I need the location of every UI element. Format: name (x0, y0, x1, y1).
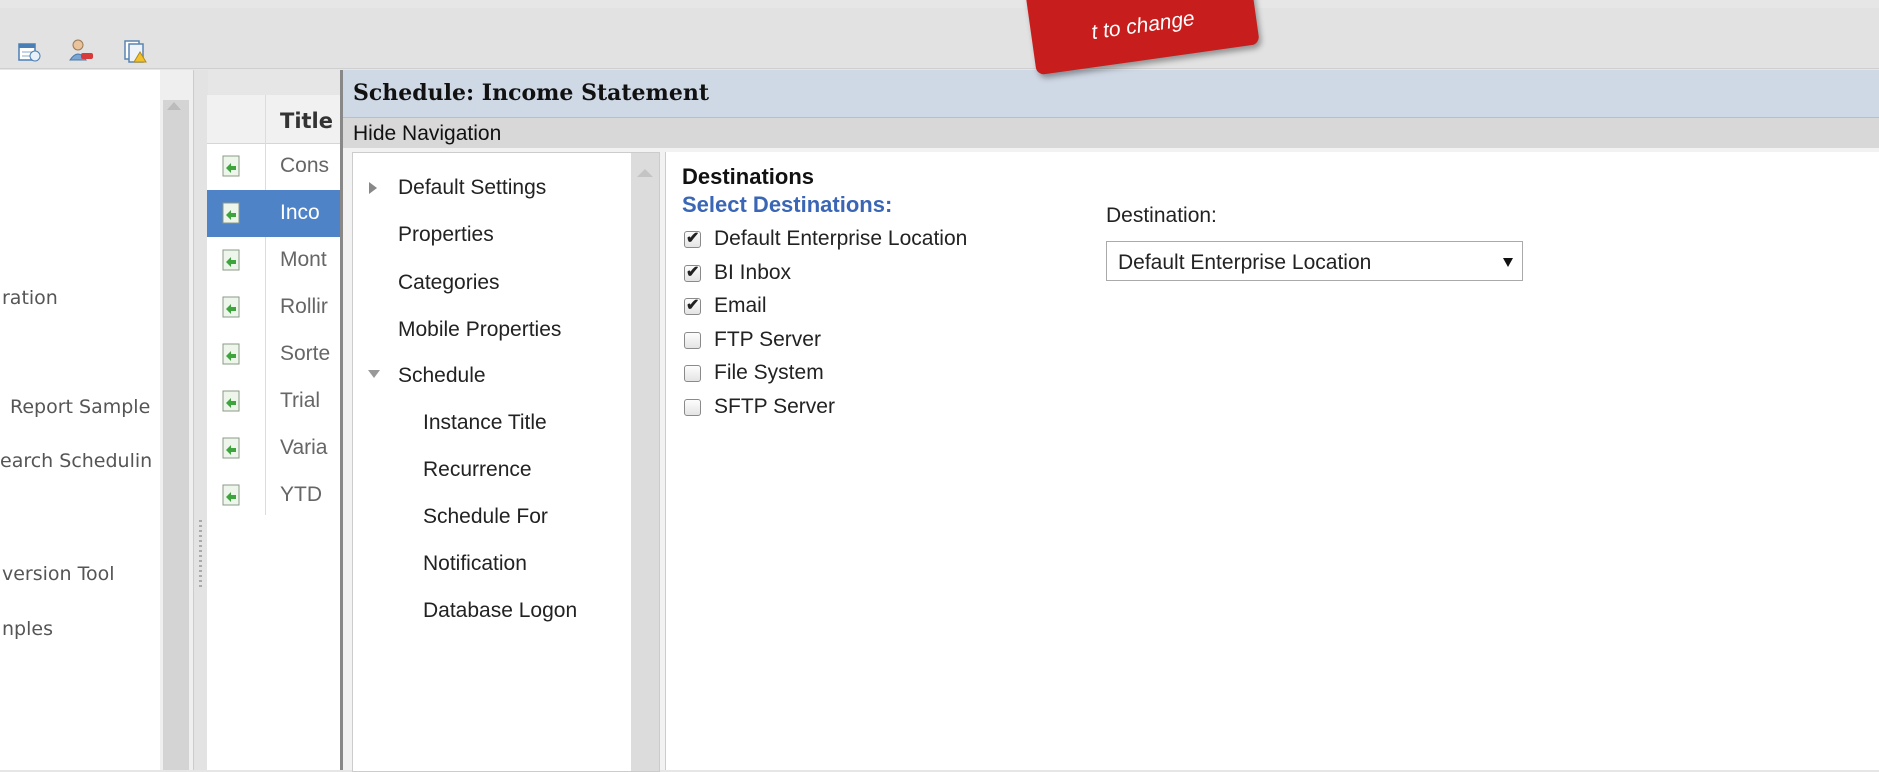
section-subheading: Select Destinations: (682, 192, 893, 217)
table-row[interactable]: Mont (207, 237, 347, 284)
check-icon: ✔ (686, 230, 700, 247)
row-title: Sorte (280, 342, 331, 365)
table-row[interactable]: Trial (207, 378, 347, 425)
nav-schedule[interactable]: Schedule (398, 364, 486, 388)
checkbox[interactable] (684, 332, 701, 349)
table-row[interactable]: Rollir (207, 284, 347, 331)
hide-navigation-bar[interactable]: Hide Navigation (343, 118, 1879, 148)
scroll-up-icon[interactable] (637, 169, 653, 177)
table-row[interactable]: YTD (207, 472, 347, 519)
checkbox-label: File System (714, 361, 824, 384)
checkbox[interactable] (684, 365, 701, 382)
checkbox-label: FTP Server (714, 328, 821, 351)
check-icon: ✔ (686, 264, 700, 281)
section-heading: Destinations (682, 164, 815, 189)
destination-select-value: Default Enterprise Location (1118, 251, 1372, 274)
user-remove-icon[interactable] (68, 38, 94, 64)
splitter-grip-icon[interactable] (199, 520, 202, 590)
checkbox[interactable]: ✔ (684, 297, 701, 315)
dropdown-arrow-icon[interactable] (1503, 258, 1513, 267)
table-row[interactable]: Cons (207, 143, 347, 190)
expand-arrow-icon[interactable] (369, 182, 377, 194)
tree-item[interactable]: Report Sample (10, 396, 150, 418)
table-row[interactable]: Inco (207, 190, 347, 237)
report-icon (222, 437, 240, 459)
collapse-arrow-icon[interactable] (368, 370, 380, 378)
report-icon (222, 484, 240, 506)
tree-scrollbar[interactable] (163, 100, 189, 770)
dialog-title: Schedule: Income Statement (353, 80, 709, 106)
table-header: Title (207, 95, 347, 144)
nav-mobile-properties[interactable]: Mobile Properties (398, 318, 561, 342)
checkbox[interactable]: ✔ (684, 230, 701, 248)
destination-select[interactable]: Default Enterprise Location (1106, 241, 1523, 281)
row-title: Inco (280, 201, 320, 224)
report-icon (222, 202, 240, 224)
row-title: Cons (280, 154, 330, 177)
checkbox[interactable] (684, 399, 701, 416)
report-icon (222, 343, 240, 365)
schedule-icon[interactable] (16, 38, 42, 64)
nav-database-logon[interactable]: Database Logon (423, 599, 577, 623)
report-icon (222, 390, 240, 412)
document-warning-icon[interactable] (122, 38, 148, 64)
tree-item[interactable]: ration (2, 287, 58, 309)
checkbox-label: BI Inbox (714, 261, 792, 284)
navigation-scrollbar[interactable] (631, 153, 659, 771)
nav-schedule-for[interactable]: Schedule For (423, 505, 548, 529)
report-icon (222, 249, 240, 271)
nav-default-settings[interactable]: Default Settings (398, 176, 546, 200)
destination-label: Destination: (1106, 204, 1217, 227)
row-title: Rollir (280, 295, 328, 318)
nav-properties[interactable]: Properties (398, 223, 494, 247)
checkbox-label: SFTP Server (714, 395, 835, 418)
checkbox[interactable]: ✔ (684, 264, 701, 282)
tree-item[interactable]: nples (2, 618, 53, 640)
toolbar (0, 8, 1879, 69)
nav-recurrence[interactable]: Recurrence (423, 458, 532, 482)
column-header-title[interactable]: Title (280, 109, 333, 133)
checkbox-label: Email (714, 294, 767, 317)
table-row[interactable]: Sorte (207, 331, 347, 378)
callout-text: t to change (1089, 6, 1197, 45)
folder-tree: ration Report Sample earch Schedulin ver… (0, 70, 160, 770)
nav-categories[interactable]: Categories (398, 271, 500, 295)
checkbox-label: Default Enterprise Location (714, 227, 968, 250)
table-row[interactable]: Varia (207, 425, 347, 472)
panel-splitter[interactable] (193, 70, 208, 770)
scroll-up-icon[interactable] (167, 102, 181, 110)
row-title: YTD (280, 483, 322, 506)
check-icon: ✔ (686, 297, 700, 314)
tree-item[interactable]: version Tool (2, 563, 115, 585)
report-icon (222, 296, 240, 318)
dialog-navigation-pane: Default Settings Properties Categories M… (352, 152, 660, 772)
schedule-dialog: Schedule: Income Statement Hide Navigati… (340, 70, 1879, 772)
row-title: Varia (280, 436, 328, 459)
left-navigation-panel: ration Report Sample earch Schedulin ver… (0, 70, 200, 770)
hide-navigation-link[interactable]: Hide Navigation (353, 122, 501, 146)
dialog-title-bar[interactable]: Schedule: Income Statement (343, 70, 1879, 118)
nav-instance-title[interactable]: Instance Title (423, 411, 547, 435)
tree-item[interactable]: earch Schedulin (0, 450, 152, 472)
row-title: Trial (280, 389, 321, 412)
destinations-panel: Destinations Select Destinations: ✔ Defa… (665, 152, 1879, 770)
report-icon (222, 155, 240, 177)
row-title: Mont (280, 248, 327, 271)
report-list-table: Title Cons Inco Mont Rollir Sorte Trial … (207, 95, 347, 770)
nav-notification[interactable]: Notification (423, 552, 527, 576)
